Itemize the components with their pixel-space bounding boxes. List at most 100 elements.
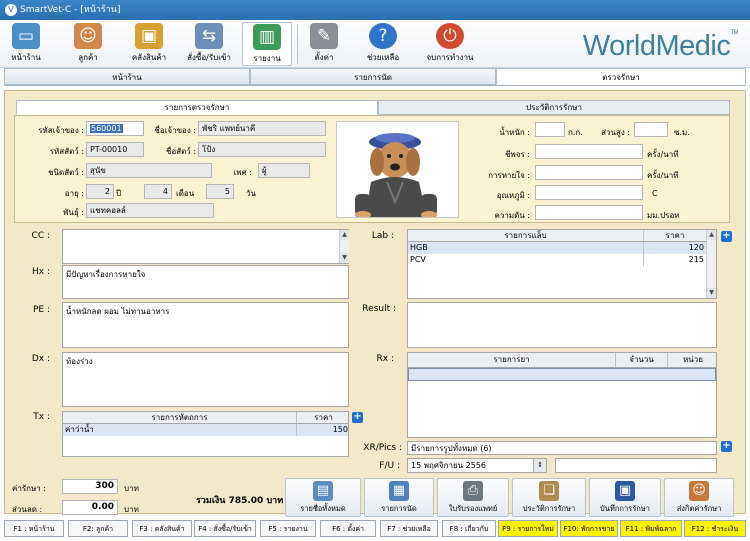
table-row[interactable]: ค่าว่าน้ำ 150 <box>63 424 348 436</box>
fee-field[interactable]: 300 <box>62 479 118 494</box>
age-days-field[interactable]: 5 <box>206 184 234 199</box>
temperature-field[interactable] <box>535 185 643 200</box>
f2-key[interactable]: F2: ลูกค้า <box>68 520 128 537</box>
result-textarea[interactable] <box>407 302 717 348</box>
pet-code-field[interactable]: PT-00010 <box>86 142 144 157</box>
weight-field[interactable] <box>535 122 565 137</box>
treatment-history-button[interactable]: ❏ ประวัติการรักษา <box>512 478 586 517</box>
height-field[interactable] <box>634 122 668 137</box>
tx-label: Tx : <box>33 412 50 422</box>
discount-label: ส่วนลด : <box>12 505 43 514</box>
f11-key[interactable]: F11 : พิมพ์ฉลาก <box>620 520 682 537</box>
f12-key[interactable]: F12 : ชำระเงิน <box>684 520 746 537</box>
pet-name-field[interactable]: โป้ง <box>198 142 326 157</box>
add-procedure-button[interactable]: + <box>352 412 363 423</box>
f3-key[interactable]: F3 : คลังสินค้า <box>132 520 192 537</box>
tab-frontstore[interactable]: หน้าร้าน <box>4 68 250 85</box>
pulse-field[interactable] <box>535 144 643 159</box>
xr-pics-label: XR/Pics : <box>363 443 402 453</box>
cc-scrollbar[interactable]: ▲ ▼ <box>339 230 349 263</box>
send-billing-button[interactable]: ☺ ส่งกิตค่ารักษา <box>664 478 734 517</box>
table-row[interactable]: HGB 120 <box>408 242 706 254</box>
f10-key[interactable]: F10: พักการขาย <box>560 520 618 537</box>
sex-field[interactable]: ผู้ <box>258 163 310 178</box>
tx-cell-procedure: ค่าว่าน้ำ <box>63 424 297 436</box>
monitor-icon: ▭ <box>12 23 40 49</box>
owner-code-label: รหัสเจ้าของ : <box>38 126 84 135</box>
height-label: ส่วนสูง : <box>601 128 630 137</box>
toolbar-help-button[interactable]: ? ช่วยเหลือ <box>358 22 408 66</box>
add-lab-button[interactable]: + <box>721 231 732 242</box>
follow-up-note-field[interactable] <box>555 458 717 473</box>
function-key-bar: F1 : หน้าร้าน F2: ลูกค้า F3 : คลังสินค้า… <box>4 520 746 538</box>
f5-key[interactable]: F5 : รายงาน <box>260 520 316 537</box>
cc-textarea[interactable] <box>62 229 349 264</box>
breed-field[interactable]: แชทคอลล์ <box>86 203 214 218</box>
f6-key[interactable]: F6 : ตั้งค่า <box>320 520 376 537</box>
save-treatment-button[interactable]: ▣ บันทึกการรักษา <box>589 478 661 517</box>
lab-grid[interactable]: รายการแล็บ ราคา HGB 120 PCV 215 ▲ ▼ <box>407 229 717 299</box>
xr-pics-field[interactable]: มีรายการรูปทั้งหมด (6) <box>407 441 717 455</box>
rx-grid-header: รายการยา จำนวน หน่วย <box>408 353 716 368</box>
window-title: SmartVet-C - [หน้าร้าน] <box>20 5 121 15</box>
f8-key[interactable]: F8 : เกี่ยวกับ <box>442 520 496 537</box>
discount-field[interactable]: 0.00 <box>62 500 118 515</box>
lab-cell-price: 120 <box>688 243 704 252</box>
respiration-field[interactable] <box>535 165 643 180</box>
toolbar-exit-button[interactable]: ⏻ จบการทำงาน <box>420 22 480 66</box>
history-icon: ❏ <box>539 481 559 501</box>
table-row[interactable]: PCV 215 <box>408 254 706 266</box>
tab-examination[interactable]: ตรวจรักษา <box>496 68 746 85</box>
tools-icon: ✎ <box>310 23 338 49</box>
appointments-button[interactable]: ▦ รายการนัด <box>364 478 434 517</box>
hx-label: Hx : <box>32 267 50 277</box>
lab-scrollbar[interactable]: ▲ ▼ <box>706 230 716 298</box>
respiration-label: การหายใจ : <box>488 171 530 180</box>
f4-key[interactable]: F4 : สั่งซื้อ/รับเข้า <box>194 520 256 537</box>
date-spinner-icon[interactable]: ⇕ <box>533 459 546 472</box>
table-row[interactable] <box>408 368 716 381</box>
toolbar-reports-button[interactable]: ▥ รายงาน <box>242 22 292 66</box>
age-months-field[interactable]: 4 <box>144 184 172 199</box>
brand-logo: WorldMedicTM <box>582 30 739 62</box>
medical-certificate-button[interactable]: ⎙ ใบรับรองแพทย์ <box>437 478 509 517</box>
tx-grid[interactable]: รายการหัตถการ ราคา ค่าว่าน้ำ 150 <box>62 411 349 457</box>
rx-grid[interactable]: รายการยา จำนวน หน่วย <box>407 352 717 438</box>
hx-textarea[interactable]: มีปัญหาเรื่องการหายใจ <box>62 265 349 299</box>
tab-appointments[interactable]: รายการนัด <box>250 68 496 85</box>
blood-pressure-field[interactable] <box>535 205 643 220</box>
temperature-unit: C <box>652 189 658 198</box>
tx-col-procedure: รายการหัตถการ <box>63 412 297 423</box>
f9-key[interactable]: F9 : รายการใหม่ <box>498 520 558 537</box>
rx-col-quantity: จำนวน <box>616 353 668 367</box>
dx-textarea[interactable]: ท้องร่วง <box>62 352 349 407</box>
pulse-unit: ครั้ง/นาที <box>647 150 679 159</box>
tab-treatment-history[interactable]: ประวัติการรักษา <box>378 100 730 115</box>
f1-key[interactable]: F1 : หน้าร้าน <box>4 520 64 537</box>
all-names-button[interactable]: ▤ รายชื่อทั้งหมด <box>285 478 361 517</box>
pe-textarea[interactable]: น้ำหนักลด ผอม ไม่ทานอาหาร <box>62 302 349 348</box>
age-label: อายุ : <box>64 189 84 198</box>
breed-label: พันธุ์ : <box>63 208 84 217</box>
toolbar-inventory-button[interactable]: ▣ คลังสินค้า <box>124 22 174 66</box>
rx-label: Rx : <box>376 354 394 364</box>
toolbar-customers-button[interactable]: ☺ ลูกค้า <box>66 22 110 66</box>
follow-up-date-picker[interactable]: 15 พฤศจิกายน 2556 ⇕ <box>407 458 547 473</box>
owner-name-field[interactable]: พัชริ แพทย์นาคี <box>198 121 326 136</box>
toolbar-settings-button[interactable]: ✎ ตั้งค่า <box>302 22 346 66</box>
species-field[interactable]: สุนัข <box>86 163 212 178</box>
toolbar-purchase-button[interactable]: ⇆ สั่งซื้อ/รับเข้า <box>182 22 236 66</box>
weight-label: น้ำหนัก : <box>499 128 530 137</box>
respiration-unit: ครั้ง/นาที <box>647 171 679 180</box>
blood-pressure-label: ความดัน : <box>494 211 530 220</box>
add-picture-button[interactable]: + <box>721 441 732 452</box>
age-years-field[interactable]: 2 <box>86 184 114 199</box>
tab-exam-list[interactable]: รายการตรวจรักษา <box>16 100 378 115</box>
years-unit: ปี <box>116 189 122 198</box>
app-icon: V <box>5 4 17 16</box>
f7-key[interactable]: F7 : ช่วยเหลือ <box>380 520 438 537</box>
toolbar-separator <box>297 24 298 64</box>
lab-grid-header: รายการแล็บ ราคา <box>408 230 716 242</box>
toolbar-frontstore-button[interactable]: ▭ หน้าร้าน <box>4 22 48 66</box>
owner-code-field[interactable]: 560001 <box>86 121 144 136</box>
